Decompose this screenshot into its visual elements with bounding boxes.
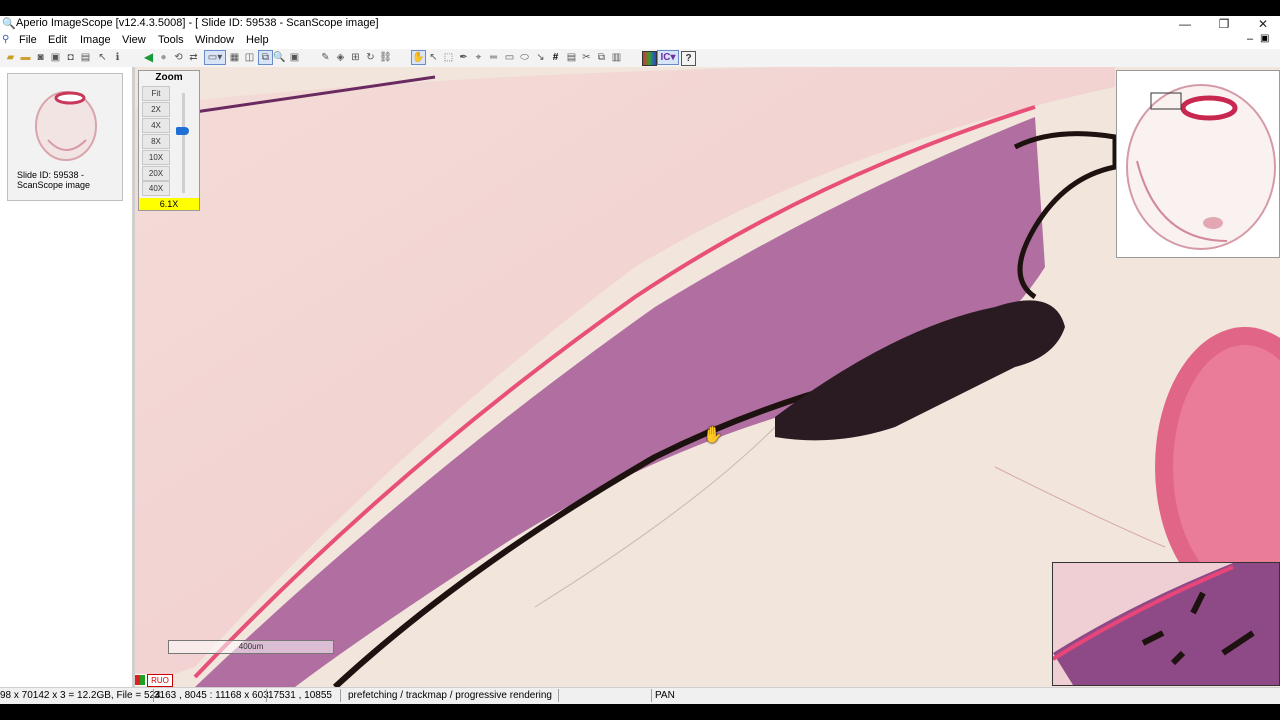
folder-icon[interactable]: ▬: [19, 51, 32, 64]
status-rendering: prefetching / trackmap / progressive ren…: [348, 690, 552, 701]
arrow-draw-icon[interactable]: ↘: [534, 51, 547, 64]
slide-thumbnail-card[interactable]: Slide ID: 59538 - ScanScope image: [7, 73, 123, 201]
zoom-8x-button[interactable]: 8X: [142, 134, 170, 149]
save-icon[interactable]: ▣: [49, 51, 62, 64]
select-arrow-icon[interactable]: ↖: [427, 51, 440, 64]
status-divider: [266, 689, 267, 702]
menu-view[interactable]: View: [122, 34, 146, 46]
table-icon[interactable]: ▤: [565, 51, 578, 64]
zoom-current-value: 6.1X: [139, 198, 199, 210]
zoom-panel: Zoom Fit 2X 4X 8X 10X 20X 40X 6.1X: [138, 70, 200, 211]
close-button[interactable]: ✕: [1243, 16, 1280, 32]
zoom-title: Zoom: [155, 72, 183, 83]
toolbar: ▰ ▬ ◙ ▣ ◘ ▤ ↖ ℹ ◀ ● ⟲ ⇄ ▭▾ ▦ ◫ ⧉ 🔍 ▣ ✎ ◈…: [0, 49, 1280, 68]
scale-bar: 400um: [168, 640, 334, 654]
zoom-slider-handle[interactable]: [176, 127, 189, 135]
status-mode: PAN: [655, 690, 675, 701]
forward-icon[interactable]: ●: [157, 51, 170, 64]
slide-list-panel: Slide ID: 59538 - ScanScope image: [0, 67, 135, 687]
minimize-button[interactable]: —: [1165, 16, 1205, 32]
layers-icon[interactable]: ◈: [334, 51, 347, 64]
status-divider: [558, 689, 559, 702]
paste-icon[interactable]: ▥: [610, 51, 623, 64]
window-title: Aperio ImageScope [v12.4.3.5008] - [ Sli…: [16, 17, 379, 29]
flip-icon[interactable]: ⇄: [187, 51, 200, 64]
rectangle-icon[interactable]: ▭: [503, 51, 516, 64]
color-swatch-icon: [135, 675, 145, 685]
menu-image[interactable]: Image: [80, 34, 111, 46]
zoom-20x-button[interactable]: 20X: [142, 166, 170, 181]
help-icon[interactable]: ?: [681, 51, 696, 66]
menu-bar: ⚲ File Edit Image View Tools Window Help…: [0, 32, 1280, 49]
open-icon[interactable]: ▰: [4, 51, 17, 64]
grid-hash-icon[interactable]: #: [549, 51, 562, 64]
rotate-icon[interactable]: ⟲: [172, 51, 185, 64]
arrow-icon[interactable]: ↖: [96, 51, 109, 64]
cut-icon[interactable]: ✂: [580, 51, 593, 64]
color-icon[interactable]: [642, 51, 657, 66]
ruo-badge: RUO: [135, 674, 173, 687]
child-restore-button[interactable]: ▣: [1260, 33, 1269, 44]
camera-icon[interactable]: ◙: [34, 51, 47, 64]
annotation-pen-icon[interactable]: ✎: [319, 51, 332, 64]
link-icon[interactable]: ⛓: [379, 51, 392, 64]
magnify-icon[interactable]: 🔍: [273, 51, 286, 64]
magnifier-image: [1053, 563, 1279, 685]
maximize-button[interactable]: ❐: [1204, 16, 1244, 32]
ruo-label: RUO: [147, 674, 173, 687]
pen-icon[interactable]: ✒: [457, 51, 470, 64]
sync-icon[interactable]: ⧉: [258, 50, 273, 65]
status-divider: [651, 689, 652, 702]
status-bar: 98 x 70142 x 3 = 12.2GB, File = 524 3163…: [0, 687, 1280, 704]
info-icon[interactable]: ℹ: [111, 51, 124, 64]
split-icon[interactable]: ◫: [243, 51, 256, 64]
status-coordinates: 3163 , 8045 : 11168 x 603: [154, 690, 269, 701]
zoom-10x-button[interactable]: 10X: [142, 150, 170, 165]
overview-image: [1126, 84, 1276, 250]
copy-icon[interactable]: ⧉: [595, 51, 608, 64]
stack-icon[interactable]: ▦: [228, 51, 241, 64]
zoom-slider-track[interactable]: [182, 93, 185, 193]
zoom-4x-button[interactable]: 4X: [142, 118, 170, 133]
slide-thumbnail-image: [35, 91, 97, 161]
menu-tools[interactable]: Tools: [158, 34, 184, 46]
network-icon[interactable]: ▤: [79, 51, 92, 64]
export-icon[interactable]: ◘: [64, 51, 77, 64]
ruler-icon[interactable]: ═: [487, 51, 500, 64]
zoom-40x-button[interactable]: 40X: [142, 181, 170, 196]
menu-file[interactable]: File: [19, 34, 37, 46]
menu-window[interactable]: Window: [195, 34, 234, 46]
measure-icon[interactable]: ⌖: [472, 51, 485, 64]
overview-icon[interactable]: ▣: [288, 51, 301, 64]
color-dropdown-icon[interactable]: IC▾: [657, 50, 679, 65]
back-icon[interactable]: ◀: [142, 51, 155, 64]
title-bar: 🔍 Aperio ImageScope [v12.4.3.5008] - [ S…: [0, 16, 1280, 32]
menu-help[interactable]: Help: [246, 34, 269, 46]
zoom-fit-button[interactable]: Fit: [142, 86, 170, 101]
hand-pan-icon[interactable]: ✋: [411, 50, 426, 65]
ellipse-icon[interactable]: ⬭: [518, 51, 531, 64]
app-icon: 🔍: [2, 18, 16, 30]
filter-icon[interactable]: ⊞: [349, 51, 362, 64]
region-icon[interactable]: ⬚: [442, 51, 455, 64]
child-minimize-button[interactable]: –: [1247, 33, 1253, 45]
slide-thumbnail-label: Slide ID: 59538 - ScanScope image: [17, 170, 91, 190]
magnifier-window[interactable]: [1052, 562, 1280, 686]
refresh-icon[interactable]: ↻: [364, 51, 377, 64]
menu-edit[interactable]: Edit: [48, 34, 67, 46]
overview-panel[interactable]: [1116, 70, 1280, 258]
status-position: 17531 , 10855: [268, 690, 332, 701]
doc-icon: ⚲: [2, 34, 10, 45]
pan-cursor-icon: ✋: [703, 427, 723, 444]
status-divider: [340, 689, 341, 702]
select-dropdown-icon[interactable]: ▭▾: [204, 50, 226, 65]
status-dimensions: 98 x 70142 x 3 = 12.2GB, File = 524: [0, 690, 161, 701]
zoom-2x-button[interactable]: 2X: [142, 102, 170, 117]
